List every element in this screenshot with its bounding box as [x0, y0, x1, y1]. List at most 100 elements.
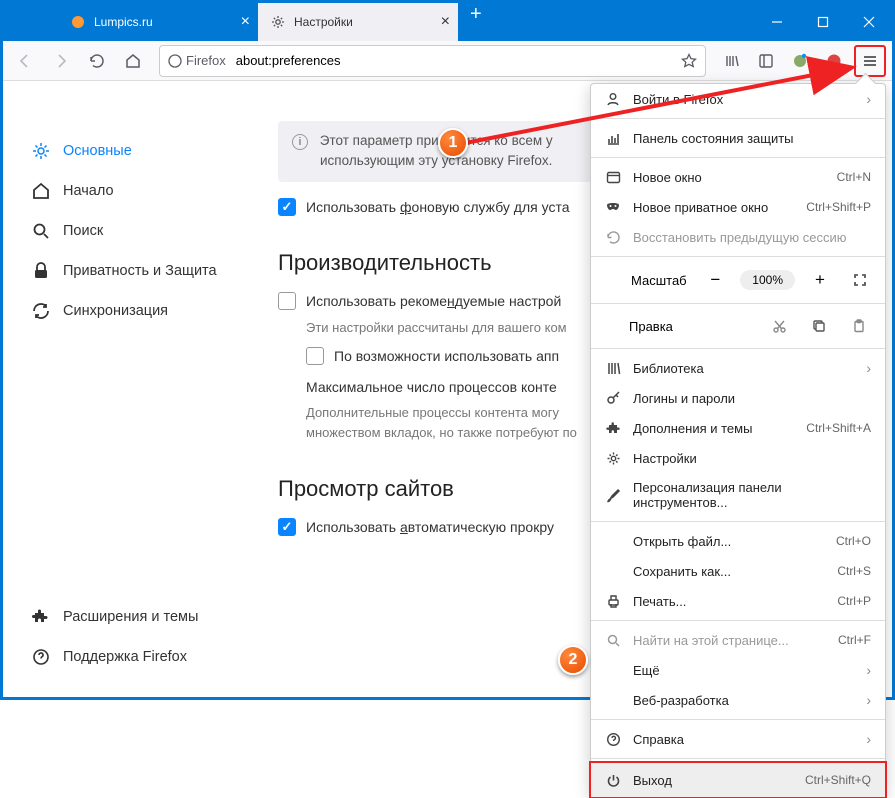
checkbox-icon[interactable] [306, 347, 324, 365]
zoom-in-button[interactable]: + [805, 267, 835, 293]
annotation-marker-2: 2 [558, 645, 588, 675]
search-icon [31, 221, 51, 241]
brush-icon [605, 487, 621, 503]
extension-icon[interactable] [818, 45, 850, 77]
gear-icon [31, 141, 51, 161]
key-icon [605, 390, 621, 406]
sidebar-item-label: Приватность и Защита [63, 263, 217, 279]
restore-icon [605, 229, 621, 245]
close-icon[interactable]: × [241, 13, 250, 31]
cut-button[interactable] [765, 314, 793, 338]
account-icon [605, 91, 621, 107]
puzzle-icon [605, 420, 621, 436]
sidebar-item-label: Основные [63, 143, 132, 159]
close-window-button[interactable] [846, 3, 892, 41]
chevron-right-icon: › [866, 360, 871, 376]
menu-library[interactable]: Библиотека › [591, 353, 885, 383]
checkbox-icon[interactable] [278, 292, 296, 310]
tab-title: Lumpics.ru [94, 15, 153, 29]
sidebar-item-label: Поиск [63, 223, 103, 239]
tab-strip: Lumpics.ru × Настройки × + [3, 3, 494, 41]
menu-protection[interactable]: Панель состояния защиты [591, 123, 885, 153]
window-controls [754, 3, 892, 41]
sidebar-item-label: Поддержка Firefox [63, 649, 187, 665]
menu-restore-session: Восстановить предыдущую сессию [591, 222, 885, 252]
sidebar-item-support[interactable]: Поддержка Firefox [3, 637, 238, 677]
menu-print[interactable]: Печать... Ctrl+P [591, 586, 885, 616]
copy-button[interactable] [805, 314, 833, 338]
checkbox-icon[interactable] [278, 518, 296, 536]
menu-logins[interactable]: Логины и пароли [591, 383, 885, 413]
menu-help[interactable]: Справка › [591, 724, 885, 754]
sidebar-item-general[interactable]: Основные [3, 131, 238, 171]
menu-customize[interactable]: Персонализация панели инструментов... [591, 473, 885, 517]
app-menu-panel: Войти в Firefox › Панель состояния защит… [590, 83, 886, 798]
close-icon[interactable]: × [441, 13, 450, 31]
sidebar-item-label: Расширения и темы [63, 609, 198, 625]
category-sidebar: Основные Начало Поиск Приватность и Защи… [3, 81, 238, 697]
chevron-right-icon: › [866, 91, 871, 107]
identity-label: Firefox [186, 53, 226, 68]
tab-favicon-lumpics [70, 14, 86, 30]
tab-title: Настройки [294, 15, 353, 29]
sidebar-item-search[interactable]: Поиск [3, 211, 238, 251]
identity-box: Firefox [168, 53, 226, 68]
sidebar-icon[interactable] [750, 45, 782, 77]
chevron-right-icon: › [866, 731, 871, 747]
titlebar: Lumpics.ru × Настройки × + [3, 3, 892, 41]
fullscreen-button[interactable] [845, 267, 875, 293]
menu-exit[interactable]: Выход Ctrl+Shift+Q [591, 763, 885, 797]
menu-edit-row: Правка [591, 308, 885, 344]
gear-icon [605, 450, 621, 466]
zoom-value: 100% [740, 270, 795, 290]
tab-lumpics[interactable]: Lumpics.ru × [58, 3, 258, 41]
menu-settings[interactable]: Настройки [591, 443, 885, 473]
reload-button[interactable] [81, 45, 113, 77]
menu-new-window[interactable]: Новое окно Ctrl+N [591, 162, 885, 192]
app-menu-button[interactable] [854, 45, 886, 77]
new-tab-button[interactable]: + [458, 3, 494, 41]
annotation-marker-1: 1 [438, 128, 468, 158]
home-icon [31, 181, 51, 201]
sidebar-item-sync[interactable]: Синхронизация [3, 291, 238, 331]
menu-signin[interactable]: Войти в Firefox › [591, 84, 885, 114]
help-icon [31, 647, 51, 667]
menu-webdev[interactable]: Веб-разработка › [591, 685, 885, 715]
menu-find: Найти на этой странице... Ctrl+F [591, 625, 885, 655]
puzzle-icon [31, 607, 51, 627]
menu-zoom-row: Масштаб − 100% + [591, 261, 885, 299]
chevron-right-icon: › [866, 662, 871, 678]
print-icon [605, 593, 621, 609]
back-button[interactable] [9, 45, 41, 77]
menu-addons[interactable]: Дополнения и темы Ctrl+Shift+A [591, 413, 885, 443]
account-icon[interactable] [784, 45, 816, 77]
menu-open-file[interactable]: Открыть файл... Ctrl+O [591, 526, 885, 556]
checkbox-icon[interactable] [278, 198, 296, 216]
library-icon [605, 360, 621, 376]
paste-button[interactable] [845, 314, 873, 338]
mask-icon [605, 199, 621, 215]
minimize-button[interactable] [754, 3, 800, 41]
url-bar[interactable]: Firefox about:preferences [159, 45, 706, 77]
maximize-button[interactable] [800, 3, 846, 41]
tab-settings[interactable]: Настройки × [258, 3, 458, 41]
sidebar-item-extensions[interactable]: Расширения и темы [3, 597, 238, 637]
search-icon [605, 632, 621, 648]
menu-private-window[interactable]: Новое приватное окно Ctrl+Shift+P [591, 192, 885, 222]
navigation-toolbar: Firefox about:preferences [3, 41, 892, 81]
sidebar-item-home[interactable]: Начало [3, 171, 238, 211]
chevron-right-icon: › [866, 692, 871, 708]
menu-save-as[interactable]: Сохранить как... Ctrl+S [591, 556, 885, 586]
home-button[interactable] [117, 45, 149, 77]
library-icon[interactable] [716, 45, 748, 77]
gear-icon [270, 14, 286, 30]
bookmark-star-icon[interactable] [681, 53, 697, 69]
zoom-out-button[interactable]: − [700, 267, 730, 293]
lock-icon [31, 261, 51, 281]
menu-more[interactable]: Ещё › [591, 655, 885, 685]
sidebar-item-label: Начало [63, 183, 114, 199]
forward-button[interactable] [45, 45, 77, 77]
help-icon [605, 731, 621, 747]
power-icon [605, 772, 621, 788]
sidebar-item-privacy[interactable]: Приватность и Защита [3, 251, 238, 291]
